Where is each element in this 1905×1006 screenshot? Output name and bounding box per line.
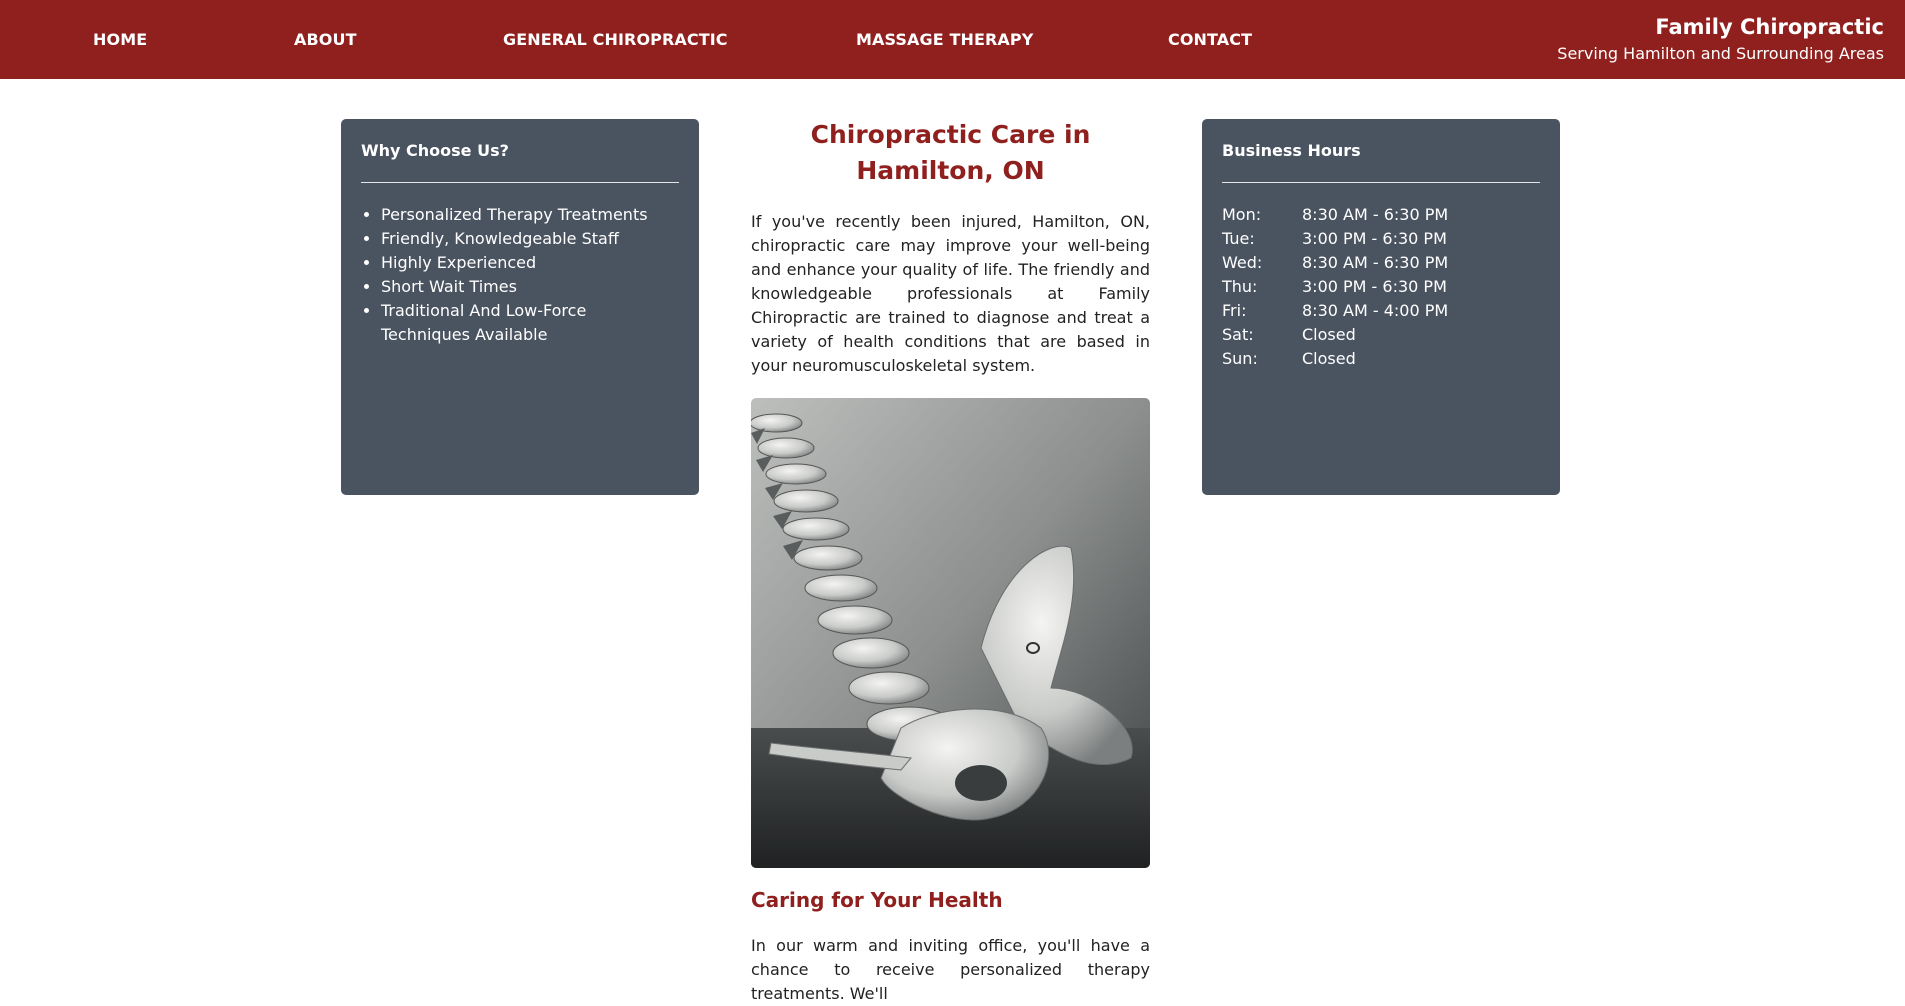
second-paragraph: In our warm and inviting office, you'll … (751, 936, 1150, 1003)
list-item: Highly Experienced (381, 251, 679, 275)
nav-about-link[interactable]: ABOUT (294, 30, 357, 49)
nav-general-chiropractic-link[interactable]: GENERAL CHIROPRACTIC (503, 30, 728, 49)
section-heading: Caring for Your Health (751, 888, 1003, 912)
hours-time: 3:00 PM - 6:30 PM (1302, 277, 1447, 296)
hours-day: Sun: (1222, 349, 1258, 368)
why-choose-us-list: Personalized Therapy Treatments Friendly… (361, 203, 679, 347)
list-item: Short Wait Times (381, 275, 679, 299)
panel-divider (361, 182, 679, 183)
hours-row: Mon: 8:30 AM - 6:30 PM (1222, 203, 1540, 227)
hours-time: 8:30 AM - 4:00 PM (1302, 301, 1449, 320)
spine-photo (751, 398, 1150, 868)
hours-row: Wed: 8:30 AM - 6:30 PM (1222, 251, 1540, 275)
hours-row: Tue: 3:00 PM - 6:30 PM (1222, 227, 1540, 251)
why-choose-us-panel: Why Choose Us? Personalized Therapy Trea… (341, 119, 699, 495)
business-hours-panel: Business Hours Mon: 8:30 AM - 6:30 PM Tu… (1202, 119, 1560, 495)
hours-day: Sat: (1222, 325, 1254, 344)
nav-home-link[interactable]: HOME (93, 30, 147, 49)
hours-time: 8:30 AM - 6:30 PM (1302, 253, 1449, 272)
site-title[interactable]: Family Chiropractic (1655, 15, 1884, 39)
main-content: Chiropractic Care in Hamilton, ON If you… (751, 117, 1150, 1006)
header-bar: HOME ABOUT GENERAL CHIROPRACTIC MASSAGE … (0, 0, 1905, 79)
business-hours-heading: Business Hours (1222, 141, 1361, 160)
hours-table: Mon: 8:30 AM - 6:30 PM Tue: 3:00 PM - 6:… (1222, 203, 1540, 371)
list-item: Friendly, Knowledgeable Staff (381, 227, 679, 251)
list-item: Traditional And Low-Force Techniques Ava… (381, 299, 679, 347)
hours-time: Closed (1302, 349, 1356, 368)
hours-time: 3:00 PM - 6:30 PM (1302, 229, 1447, 248)
hours-day: Thu: (1222, 277, 1258, 296)
hours-day: Wed: (1222, 253, 1263, 272)
nav-massage-therapy-link[interactable]: MASSAGE THERAPY (856, 30, 1033, 49)
hours-day: Fri: (1222, 301, 1247, 320)
hours-time: 8:30 AM - 6:30 PM (1302, 205, 1449, 224)
hours-day: Mon: (1222, 205, 1262, 224)
hours-row: Sun: Closed (1222, 347, 1540, 371)
list-item: Personalized Therapy Treatments (381, 203, 679, 227)
site-tagline: Serving Hamilton and Surrounding Areas (1557, 44, 1884, 63)
hours-row: Fri: 8:30 AM - 4:00 PM (1222, 299, 1540, 323)
panel-divider (1222, 182, 1540, 183)
hours-time: Closed (1302, 325, 1356, 344)
hours-row: Thu: 3:00 PM - 6:30 PM (1222, 275, 1540, 299)
why-choose-us-heading: Why Choose Us? (361, 141, 509, 160)
hours-row: Sat: Closed (1222, 323, 1540, 347)
nav-contact-link[interactable]: CONTACT (1168, 30, 1252, 49)
intro-paragraph: If you've recently been injured, Hamilto… (751, 212, 1150, 375)
hours-day: Tue: (1222, 229, 1255, 248)
page-title: Chiropractic Care in Hamilton, ON (810, 120, 1091, 185)
